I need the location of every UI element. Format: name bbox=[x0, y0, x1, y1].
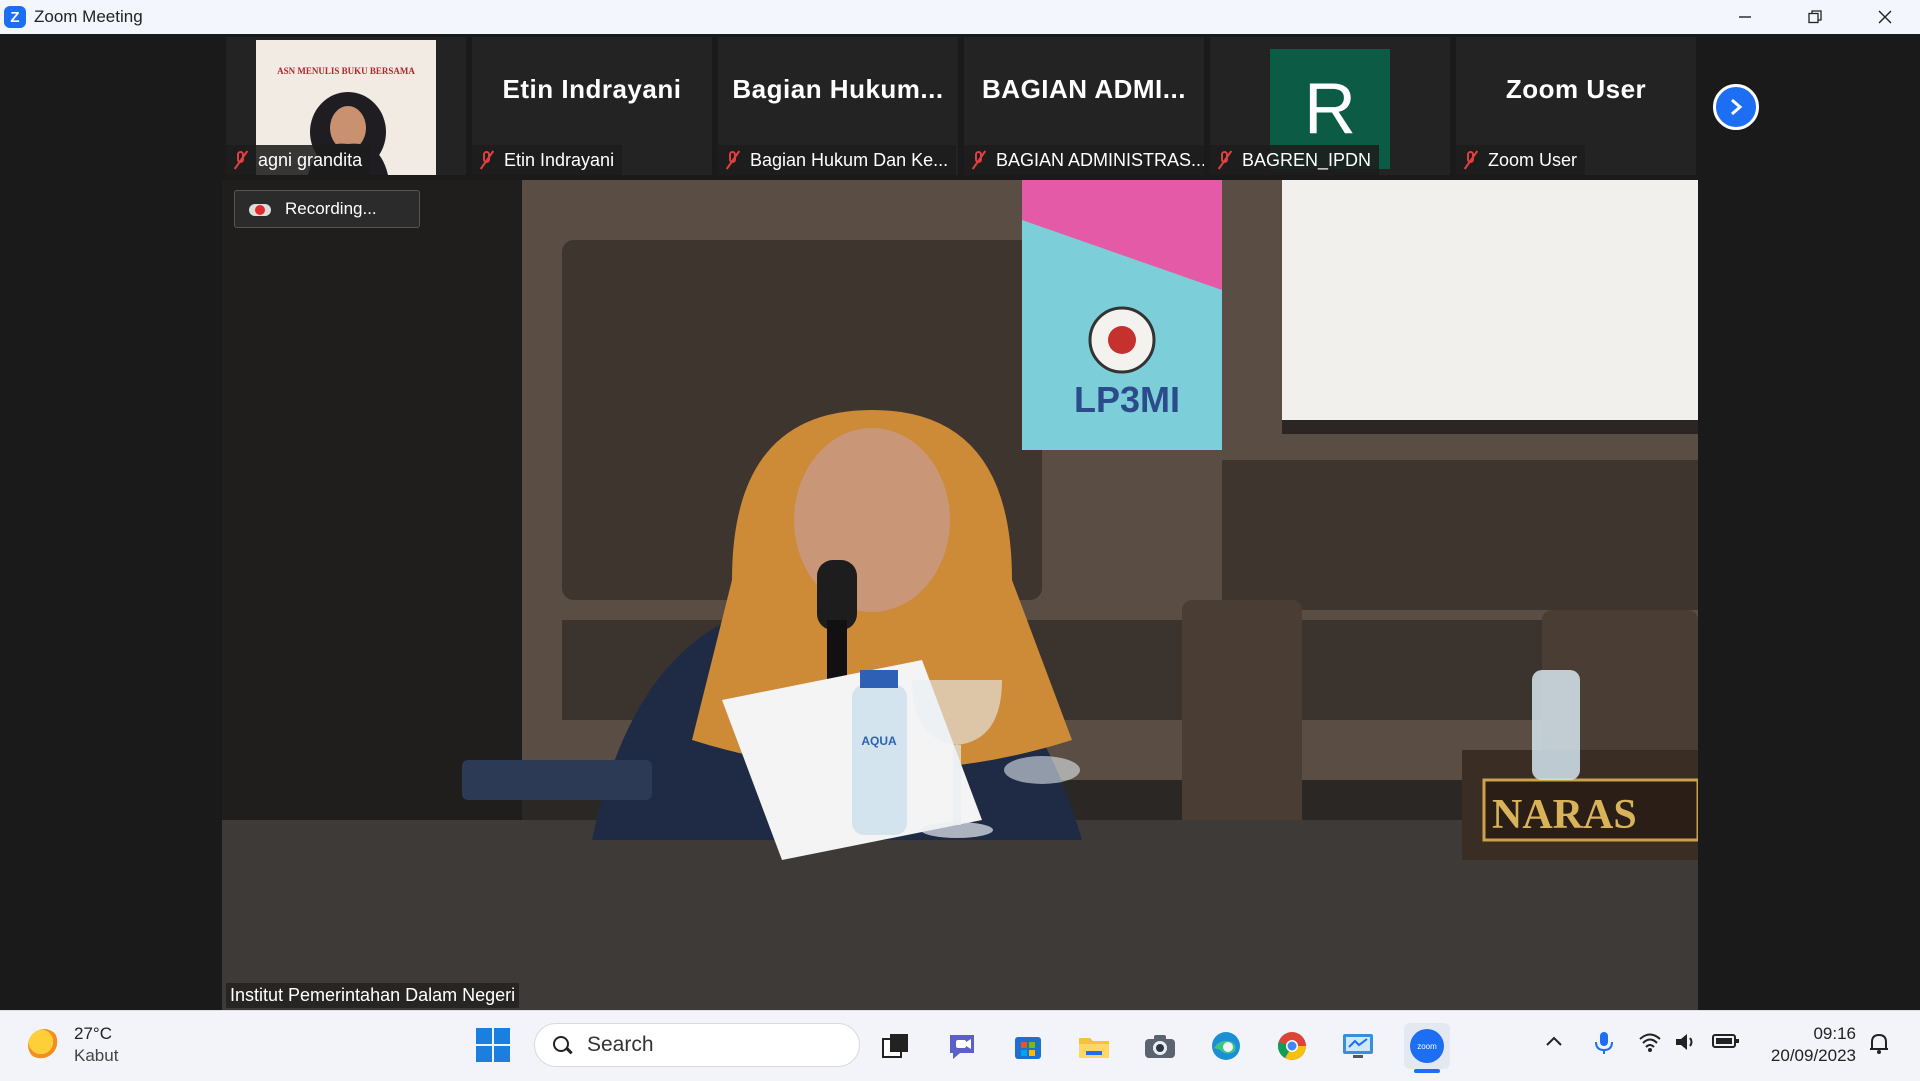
mic-muted-icon bbox=[970, 150, 988, 170]
close-button[interactable] bbox=[1850, 0, 1920, 34]
search-icon bbox=[553, 1036, 571, 1054]
start-button[interactable] bbox=[476, 1028, 510, 1062]
next-page-button[interactable] bbox=[1713, 84, 1759, 130]
meeting-stage: ASN MENULIS BUKU BERSAMA agni grandita E… bbox=[0, 34, 1920, 1010]
participant-display-name: Bagian Hukum... bbox=[732, 73, 944, 104]
restore-icon bbox=[1808, 10, 1822, 24]
system-clock[interactable]: 09:16 20/09/2023 bbox=[1756, 1023, 1856, 1067]
mic-muted-icon bbox=[232, 150, 250, 170]
participant-label: agni grandita bbox=[226, 145, 371, 175]
participant-display-name: Etin Indrayani bbox=[502, 73, 682, 104]
participant-tile[interactable]: BAGIAN ADMI... BAGIAN ADMINISTRAS... bbox=[964, 37, 1204, 175]
microphone-icon[interactable] bbox=[1594, 1031, 1614, 1061]
speaker-video-frame: LP3MI AQUA NARAS bbox=[222, 180, 1698, 1010]
taskbar: 27°C Kabut Search zoom 09:16 20/09/2023 bbox=[0, 1010, 1920, 1081]
participant-label: BAGREN_IPDN bbox=[1210, 145, 1380, 175]
recording-label: Recording... bbox=[285, 199, 377, 218]
teams-chat-icon[interactable] bbox=[942, 1026, 982, 1066]
participant-tile[interactable]: ASN MENULIS BUKU BERSAMA agni grandita bbox=[226, 37, 466, 175]
search-label: Search bbox=[587, 1033, 654, 1056]
mic-muted-icon bbox=[1462, 150, 1480, 170]
camera-app-icon[interactable] bbox=[1140, 1026, 1180, 1066]
task-view-icon[interactable] bbox=[876, 1026, 916, 1066]
participant-display-name: Zoom User bbox=[1505, 73, 1647, 104]
cloud-record-icon bbox=[249, 202, 271, 216]
participant-label-text: Bagian Hukum Dan Ke... bbox=[750, 149, 949, 170]
participant-label-text: BAGIAN ADMINISTRAS... bbox=[996, 149, 1204, 170]
file-explorer-icon[interactable] bbox=[1074, 1026, 1114, 1066]
restore-button[interactable] bbox=[1780, 0, 1850, 34]
title-bar: Z Zoom Meeting bbox=[0, 0, 1920, 34]
active-speaker-name: Institut Pemerintahan Dalam Negeri bbox=[226, 983, 520, 1008]
close-icon bbox=[1878, 10, 1892, 24]
active-speaker-video: LP3MI AQUA NARAS Recording... Institut P… bbox=[222, 180, 1698, 1010]
bottle-label-text: AQUA bbox=[861, 734, 897, 748]
participant-display-name: BAGIAN ADMI... bbox=[982, 73, 1186, 104]
window-controls bbox=[1710, 0, 1920, 34]
participant-tile[interactable]: Zoom User Zoom User bbox=[1456, 37, 1696, 175]
microsoft-store-icon[interactable] bbox=[1008, 1026, 1048, 1066]
minimize-icon bbox=[1739, 16, 1751, 18]
mic-muted-icon bbox=[1216, 150, 1234, 170]
zoom-app-icon: zoom bbox=[1417, 1042, 1437, 1051]
mic-muted-icon bbox=[724, 150, 742, 170]
chrome-browser-icon[interactable] bbox=[1272, 1026, 1312, 1066]
show-hidden-icons-icon[interactable] bbox=[1544, 1031, 1564, 1057]
minimize-button[interactable] bbox=[1710, 0, 1780, 34]
participant-label-text: Etin Indrayani bbox=[504, 149, 615, 170]
participant-tile[interactable]: R BAGREN_IPDN bbox=[1210, 37, 1450, 175]
participant-label-text: Zoom User bbox=[1488, 149, 1578, 170]
banner-logo-text: LP3MI bbox=[1074, 379, 1180, 420]
notification-bell-icon[interactable] bbox=[1868, 1031, 1890, 1061]
remote-desktop-icon[interactable] bbox=[1338, 1026, 1378, 1066]
weather-widget[interactable]: 27°C Kabut bbox=[28, 1023, 118, 1067]
participant-label: Bagian Hukum Dan Ke... bbox=[718, 145, 957, 175]
clock-date: 20/09/2023 bbox=[1770, 1046, 1856, 1065]
weather-temperature: 27°C bbox=[74, 1024, 112, 1043]
zoom-logo-icon: Z bbox=[4, 6, 26, 28]
active-app-indicator bbox=[1414, 1069, 1440, 1073]
weather-condition: Kabut bbox=[74, 1046, 119, 1065]
participant-label-text: BAGREN_IPDN bbox=[1242, 149, 1372, 170]
recording-indicator[interactable]: Recording... bbox=[234, 190, 420, 228]
participant-tile[interactable]: Bagian Hukum... Bagian Hukum Dan Ke... bbox=[718, 37, 958, 175]
wifi-icon[interactable] bbox=[1638, 1031, 1662, 1059]
windows-logo-icon bbox=[476, 1028, 492, 1044]
participant-label: BAGIAN ADMINISTRAS... bbox=[964, 145, 1204, 175]
participant-label: Zoom User bbox=[1456, 145, 1586, 175]
participant-label-text: agni grandita bbox=[258, 149, 363, 170]
volume-icon[interactable] bbox=[1674, 1031, 1698, 1059]
edge-browser-icon[interactable] bbox=[1206, 1026, 1246, 1066]
participant-label: Etin Indrayani bbox=[472, 145, 623, 175]
mic-muted-icon bbox=[478, 150, 496, 170]
window-title: Zoom Meeting bbox=[34, 7, 143, 26]
nameplate-text: NARAS bbox=[1492, 792, 1637, 838]
clock-time: 09:16 bbox=[1813, 1024, 1856, 1043]
participant-banner-text: ASN MENULIS BUKU BERSAMA bbox=[277, 66, 415, 76]
participant-strip: ASN MENULIS BUKU BERSAMA agni grandita E… bbox=[226, 37, 1698, 175]
zoom-taskbar-button[interactable]: zoom bbox=[1404, 1023, 1450, 1069]
battery-icon[interactable] bbox=[1712, 1031, 1740, 1057]
taskbar-search[interactable]: Search bbox=[534, 1023, 860, 1067]
participant-tile[interactable]: Etin Indrayani Etin Indrayani bbox=[472, 37, 712, 175]
weather-haze-icon bbox=[28, 1029, 60, 1061]
chevron-right-icon bbox=[1731, 98, 1743, 116]
